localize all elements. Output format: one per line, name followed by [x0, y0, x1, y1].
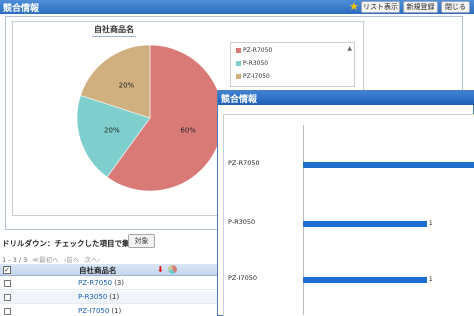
legend-label: PZ-R7050 — [243, 47, 273, 54]
bar-pz-r7050[interactable] — [303, 162, 474, 168]
pie-chart-icon[interactable] — [168, 265, 177, 274]
bar-category-label: P-R3050 — [228, 218, 256, 226]
row-name[interactable]: PZ-I7050 — [78, 307, 109, 315]
column-header-product[interactable]: 自社商品名 — [79, 265, 117, 276]
pager-first-link[interactable]: ≪最初へ — [32, 256, 58, 264]
row-count: (3) — [114, 279, 125, 287]
legend-label: P-R3050 — [243, 60, 269, 67]
popup-window[interactable]: 競合情報 PZ-R7050 P-R3050 1 PZ-I7050 1 — [217, 90, 474, 316]
target-button[interactable]: 対象 — [128, 234, 155, 248]
scroll-up-icon[interactable]: ▲ — [347, 45, 352, 52]
bar-data-label: 1 — [428, 220, 433, 227]
bar-data-label: 1 — [428, 276, 433, 283]
pager: 1 - 3 / 3 ≪最初へ ‹前へ 次へ› — [2, 254, 100, 264]
bar-chart: PZ-R7050 P-R3050 1 PZ-I7050 1 — [223, 114, 474, 316]
pager-next-link[interactable]: 次へ› — [84, 256, 100, 264]
row-checkbox[interactable] — [4, 280, 11, 287]
legend-item: PZ-I7050 — [236, 73, 270, 80]
select-all-checkbox[interactable]: ✓ — [3, 266, 11, 274]
row-count: (1) — [111, 307, 122, 315]
row-link[interactable]: PZ-R7050 (3) — [78, 279, 124, 287]
bar-axis — [303, 125, 304, 315]
table-row: PZ-R7050 (3) — [0, 277, 218, 290]
popup-title-bar[interactable]: 競合情報 — [218, 91, 474, 105]
bar-p-r3050[interactable] — [303, 221, 427, 227]
row-name[interactable]: PZ-R7050 — [78, 279, 112, 287]
chart-legend: ▲ PZ-R7050 P-R3050 PZ-I7050 — [230, 42, 355, 87]
legend-swatch — [236, 74, 241, 79]
pager-prev-link[interactable]: ‹前へ — [64, 256, 80, 264]
pie-data-label: 20% — [104, 126, 120, 134]
legend-item: P-R3050 — [236, 60, 268, 67]
legend-swatch — [236, 48, 241, 53]
pie-data-label: 20% — [119, 82, 135, 90]
popup-title: 競合情報 — [221, 95, 258, 105]
row-name[interactable]: P-R3050 — [78, 293, 107, 301]
row-checkbox[interactable] — [4, 308, 11, 315]
drilldown-label: ドリルダウン：チェックした項目で集計 — [2, 239, 137, 248]
legend-swatch — [236, 61, 241, 66]
row-link[interactable]: PZ-I7050 (1) — [78, 307, 121, 315]
pie-data-label: 60% — [180, 126, 196, 134]
sort-down-icon[interactable]: ⬇ — [157, 265, 164, 274]
bar-pz-i7050[interactable] — [303, 277, 427, 283]
pager-range: 1 - 3 / 3 — [2, 256, 28, 264]
row-checkbox[interactable] — [4, 294, 11, 301]
legend-item: PZ-R7050 — [236, 47, 272, 54]
row-count: (1) — [109, 293, 120, 301]
table-row: P-R3050 (1) — [0, 291, 218, 304]
legend-label: PZ-I7050 — [243, 73, 270, 80]
row-link[interactable]: P-R3050 (1) — [78, 293, 119, 301]
bar-category-label: PZ-R7050 — [228, 159, 260, 167]
table-row: PZ-I7050 (1) — [0, 305, 218, 316]
bar-category-label: PZ-I7050 — [228, 274, 258, 282]
grid-header: ✓ 自社商品名 ⬇ — [0, 264, 218, 276]
